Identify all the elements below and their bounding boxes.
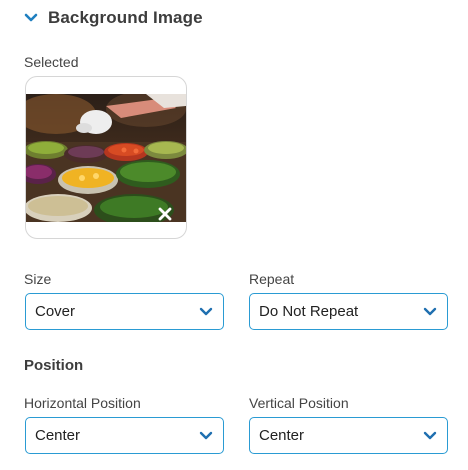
horizontal-position-select[interactable]: Center xyxy=(25,417,224,454)
size-select[interactable]: Cover xyxy=(25,293,224,330)
background-image-panel: Background Image Selected Size Cover Rep… xyxy=(0,0,468,470)
remove-image-button[interactable] xyxy=(157,207,173,226)
vertical-position-select[interactable]: Center xyxy=(249,417,448,454)
horizontal-position-label: Horizontal Position xyxy=(24,395,141,411)
chevron-down-icon xyxy=(423,307,437,317)
selected-image-card[interactable] xyxy=(25,76,187,239)
horizontal-position-value: Center xyxy=(35,427,81,444)
selected-label: Selected xyxy=(24,54,79,70)
size-select-value: Cover xyxy=(35,303,76,320)
chevron-down-icon xyxy=(423,431,437,441)
position-heading: Position xyxy=(24,357,84,374)
size-label: Size xyxy=(24,271,52,287)
chevron-down-icon xyxy=(199,431,213,441)
vertical-position-label: Vertical Position xyxy=(249,395,349,411)
repeat-label: Repeat xyxy=(249,271,295,287)
chevron-down-icon xyxy=(24,12,40,24)
repeat-select[interactable]: Do Not Repeat xyxy=(249,293,448,330)
vertical-position-value: Center xyxy=(259,427,305,444)
repeat-select-value: Do Not Repeat xyxy=(259,303,359,320)
background-image-section-toggle[interactable]: Background Image xyxy=(24,7,203,29)
chevron-down-icon xyxy=(199,307,213,317)
section-title: Background Image xyxy=(48,8,203,27)
selected-image-thumbnail xyxy=(26,94,186,222)
close-icon xyxy=(158,207,172,226)
